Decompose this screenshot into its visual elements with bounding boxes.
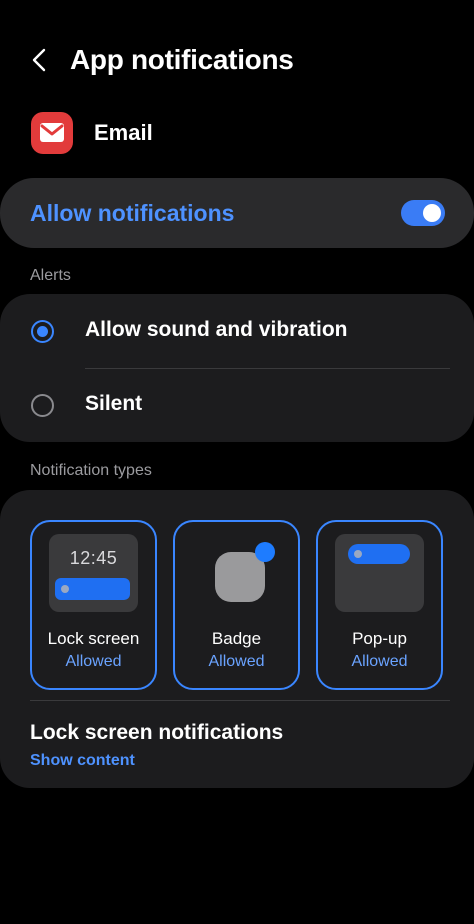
- notification-types-card: 12:45 Lock screen Allowed Badge Allowed …: [0, 490, 474, 788]
- app-row: Email: [0, 110, 474, 156]
- back-button[interactable]: [28, 46, 50, 74]
- lock-screen-time: 12:45: [69, 548, 118, 568]
- pop-up-bar: [348, 544, 410, 564]
- alerts-section-label: Alerts: [30, 267, 71, 284]
- badge-dot-icon: [255, 542, 275, 562]
- allow-notifications-toggle[interactable]: [401, 200, 445, 226]
- tile-name-pop-up: Pop-up: [352, 629, 407, 648]
- notification-dot: [61, 585, 69, 593]
- notification-types-section-label: Notification types: [30, 462, 152, 479]
- header: App notifications: [0, 30, 474, 90]
- alert-option-silent[interactable]: Silent: [0, 369, 474, 442]
- tile-name-badge: Badge: [211, 629, 262, 648]
- allow-notifications-row[interactable]: Allow notifications: [0, 178, 474, 248]
- notification-dot: [354, 550, 362, 558]
- tile-lock-screen[interactable]: 12:45 Lock screen Allowed: [30, 520, 157, 690]
- toggle-knob: [423, 204, 441, 222]
- tile-badge[interactable]: Badge Allowed: [173, 520, 300, 690]
- option-label-silent: Silent: [85, 392, 143, 415]
- tile-status-lock-screen: Allowed: [65, 653, 122, 670]
- app-name: Email: [94, 120, 153, 145]
- notification-bar: [55, 578, 130, 600]
- lock-screen-notifications-row[interactable]: Lock screen notifications Show content: [0, 701, 474, 788]
- allow-notifications-label: Allow notifications: [30, 200, 235, 226]
- tile-pop-up[interactable]: Pop-up Allowed: [316, 520, 443, 690]
- option-label-sound-vibration: Allow sound and vibration: [85, 318, 348, 341]
- badge-preview: [192, 534, 281, 612]
- email-app-icon: [31, 112, 73, 154]
- lock-screen-preview: 12:45: [49, 534, 138, 612]
- radio-silent[interactable]: [31, 394, 54, 417]
- envelope-icon: [40, 123, 64, 142]
- tile-status-pop-up: Allowed: [351, 653, 408, 670]
- radio-sound-vibration[interactable]: [31, 320, 54, 343]
- alert-option-sound-vibration[interactable]: Allow sound and vibration: [0, 294, 474, 368]
- page-title: App notifications: [70, 44, 294, 75]
- lock-screen-notifications-title: Lock screen notifications: [30, 721, 284, 744]
- pop-up-preview: [335, 534, 424, 612]
- tile-status-badge: Allowed: [208, 653, 265, 670]
- chevron-left-icon: [32, 48, 46, 72]
- alerts-card: Allow sound and vibration Silent: [0, 294, 474, 442]
- lock-screen-notifications-value: Show content: [30, 752, 135, 769]
- tile-name-lock-screen: Lock screen: [47, 629, 140, 648]
